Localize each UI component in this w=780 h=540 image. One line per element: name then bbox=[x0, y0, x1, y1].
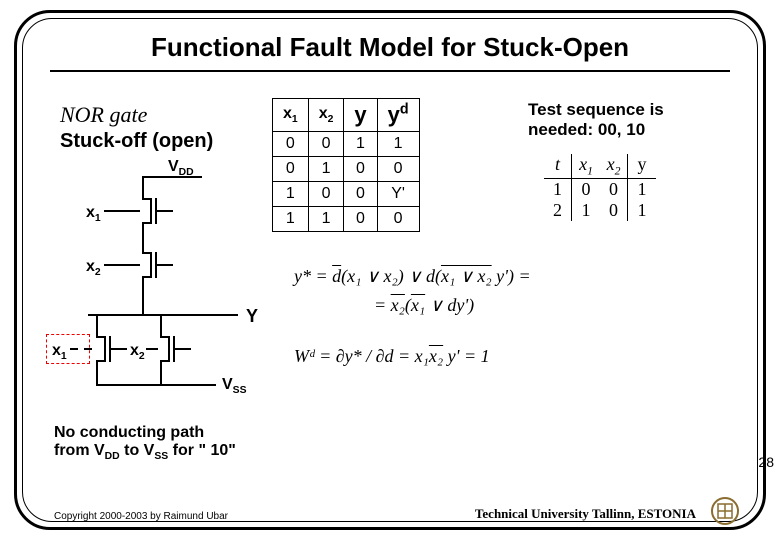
equations-block: y* = d(x₁ ∨ x₂) ∨ d(x₁ ∨ x₂ y') = = x₂(x… bbox=[294, 258, 724, 375]
vss-label: VSS bbox=[222, 376, 247, 396]
nmos-x1 bbox=[94, 334, 110, 364]
cell: 0 bbox=[344, 157, 377, 182]
cell: 2 bbox=[544, 200, 572, 221]
nopath-e: for " 10" bbox=[168, 442, 236, 459]
cell: 0 bbox=[308, 132, 344, 157]
circuit-diagram: VDD x1 x2 Y x1 x2 VSS bbox=[58, 158, 278, 428]
cell: 1 bbox=[308, 207, 344, 232]
test-seq-line2: needed: 00, 10 bbox=[528, 120, 645, 139]
th-yd: yd bbox=[388, 102, 409, 127]
cell: 1 bbox=[544, 179, 572, 200]
gate-label: NOR gate bbox=[60, 102, 147, 128]
cell: 1 bbox=[572, 200, 600, 221]
cell: 0 bbox=[600, 179, 628, 200]
nopath-line1: No conducting path bbox=[54, 424, 204, 441]
cell: 1 bbox=[628, 179, 656, 200]
equation-line1: y* = d(x₁ ∨ x₂) ∨ d(x₁ ∨ x₂ y') = bbox=[294, 266, 724, 287]
equation-line2: = x₂(x₁ ∨ dy') bbox=[374, 295, 724, 316]
table-row: 0 1 0 0 bbox=[273, 157, 420, 182]
sh-y: y bbox=[628, 154, 656, 178]
pmos-x2 bbox=[140, 250, 156, 280]
no-conducting-path-note: No conducting path from VDD to VSS for "… bbox=[54, 424, 236, 462]
cell: 0 bbox=[377, 157, 419, 182]
page-number: 28 bbox=[758, 454, 774, 470]
sequence-table: t x1 x2 y 1 0 0 1 2 1 0 1 bbox=[544, 154, 656, 221]
cell: 0 bbox=[344, 207, 377, 232]
table-row: 1 1 0 0 bbox=[273, 207, 420, 232]
cell: Y' bbox=[377, 182, 419, 207]
university-logo-icon bbox=[710, 496, 740, 526]
stuck-off-label: Stuck-off (open) bbox=[60, 130, 213, 153]
x2-nmos-label: x2 bbox=[130, 342, 145, 362]
cell: 0 bbox=[308, 182, 344, 207]
nopath-b: DD bbox=[105, 451, 120, 462]
y-output-label: Y bbox=[246, 306, 258, 327]
sh-x1: x1 bbox=[579, 154, 593, 174]
cell: 0 bbox=[344, 182, 377, 207]
cell: 1 bbox=[344, 132, 377, 157]
nopath-a: from V bbox=[54, 442, 105, 459]
table-row: 1 0 0 Y' bbox=[273, 182, 420, 207]
th-y: y bbox=[354, 102, 366, 127]
x2-label: x2 bbox=[86, 258, 101, 278]
nopath-d: SS bbox=[154, 451, 168, 462]
sh-x2: x2 bbox=[607, 154, 621, 174]
cell: 1 bbox=[308, 157, 344, 182]
table-row: 0 0 1 1 bbox=[273, 132, 420, 157]
cell: 0 bbox=[600, 200, 628, 221]
nopath-c: to V bbox=[120, 442, 155, 459]
title-rule bbox=[50, 70, 730, 72]
university-name: Technical University Tallinn, ESTONIA bbox=[475, 506, 696, 522]
pmos-x1 bbox=[140, 196, 156, 226]
th-x2: x2 bbox=[319, 105, 334, 122]
cell: 0 bbox=[572, 179, 600, 200]
sh-t: t bbox=[544, 154, 572, 178]
th-x1: x1 bbox=[283, 105, 298, 122]
equation-line3: Wᵈ = ∂y* / ∂d = x₁x₂ y' = 1 bbox=[294, 346, 724, 367]
copyright: Copyright 2000-2003 by Raimund Ubar bbox=[54, 511, 228, 522]
cell: 0 bbox=[377, 207, 419, 232]
nmos-x2 bbox=[158, 334, 174, 364]
truth-table: x1 x2 y yd 0 0 1 1 0 1 0 0 1 0 0 Y' 1 1 … bbox=[272, 98, 420, 232]
cell: 0 bbox=[273, 132, 309, 157]
test-seq-line1: Test sequence is bbox=[528, 100, 664, 119]
x1-label: x1 bbox=[86, 204, 101, 224]
cell: 1 bbox=[377, 132, 419, 157]
slide-title: Functional Fault Model for Stuck-Open bbox=[40, 32, 740, 63]
test-sequence-note: Test sequence is needed: 00, 10 bbox=[528, 100, 728, 141]
cell: 1 bbox=[628, 200, 656, 221]
